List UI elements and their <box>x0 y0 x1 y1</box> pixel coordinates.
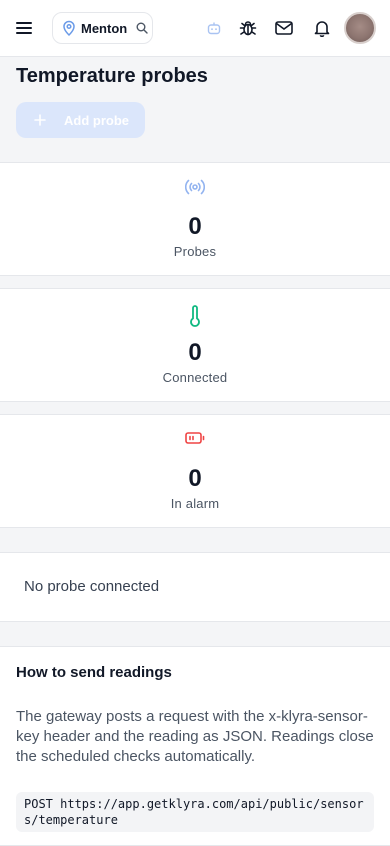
add-probe-label: Add probe <box>64 112 129 128</box>
connected-count: 0 <box>188 339 202 366</box>
robot-icon[interactable] <box>204 18 224 38</box>
map-pin-icon <box>62 20 76 36</box>
alarm-label: In alarm <box>170 496 220 511</box>
probes-label: Probes <box>173 244 217 259</box>
instructions-card: How to send readings The gateway posts a… <box>0 646 390 846</box>
connected-label: Connected <box>162 370 228 385</box>
page-title: Temperature probes <box>16 65 208 87</box>
instructions-title: How to send readings <box>16 664 172 681</box>
stat-card-connected: 0 Connected <box>0 288 390 402</box>
search-icon <box>136 22 148 34</box>
broadcast-icon <box>0 179 390 195</box>
menu-icon[interactable] <box>14 18 34 38</box>
instructions-body: The gateway posts a request with the x-k… <box>16 708 374 765</box>
alarm-count: 0 <box>188 465 202 492</box>
endpoint-code: POST https://app.getklyra.com/api/public… <box>16 792 374 832</box>
stat-card-probes: 0 Probes <box>0 162 390 276</box>
probes-count: 0 <box>188 213 202 240</box>
mail-icon[interactable] <box>274 18 294 38</box>
avatar[interactable] <box>344 12 376 44</box>
thermometer-icon <box>0 305 390 327</box>
bell-icon[interactable] <box>312 18 332 38</box>
plus-icon <box>34 114 46 126</box>
add-probe-button[interactable]: Add probe <box>16 102 145 138</box>
empty-state-text: No probe connected <box>24 578 160 595</box>
battery-low-icon <box>0 431 390 445</box>
empty-state: No probe connected <box>0 552 390 622</box>
bug-icon[interactable] <box>238 18 258 38</box>
top-bar: Menton <box>0 0 390 57</box>
location-selector[interactable]: Menton <box>52 12 153 44</box>
stat-card-alarm: 0 In alarm <box>0 414 390 528</box>
location-name: Menton <box>81 20 128 36</box>
